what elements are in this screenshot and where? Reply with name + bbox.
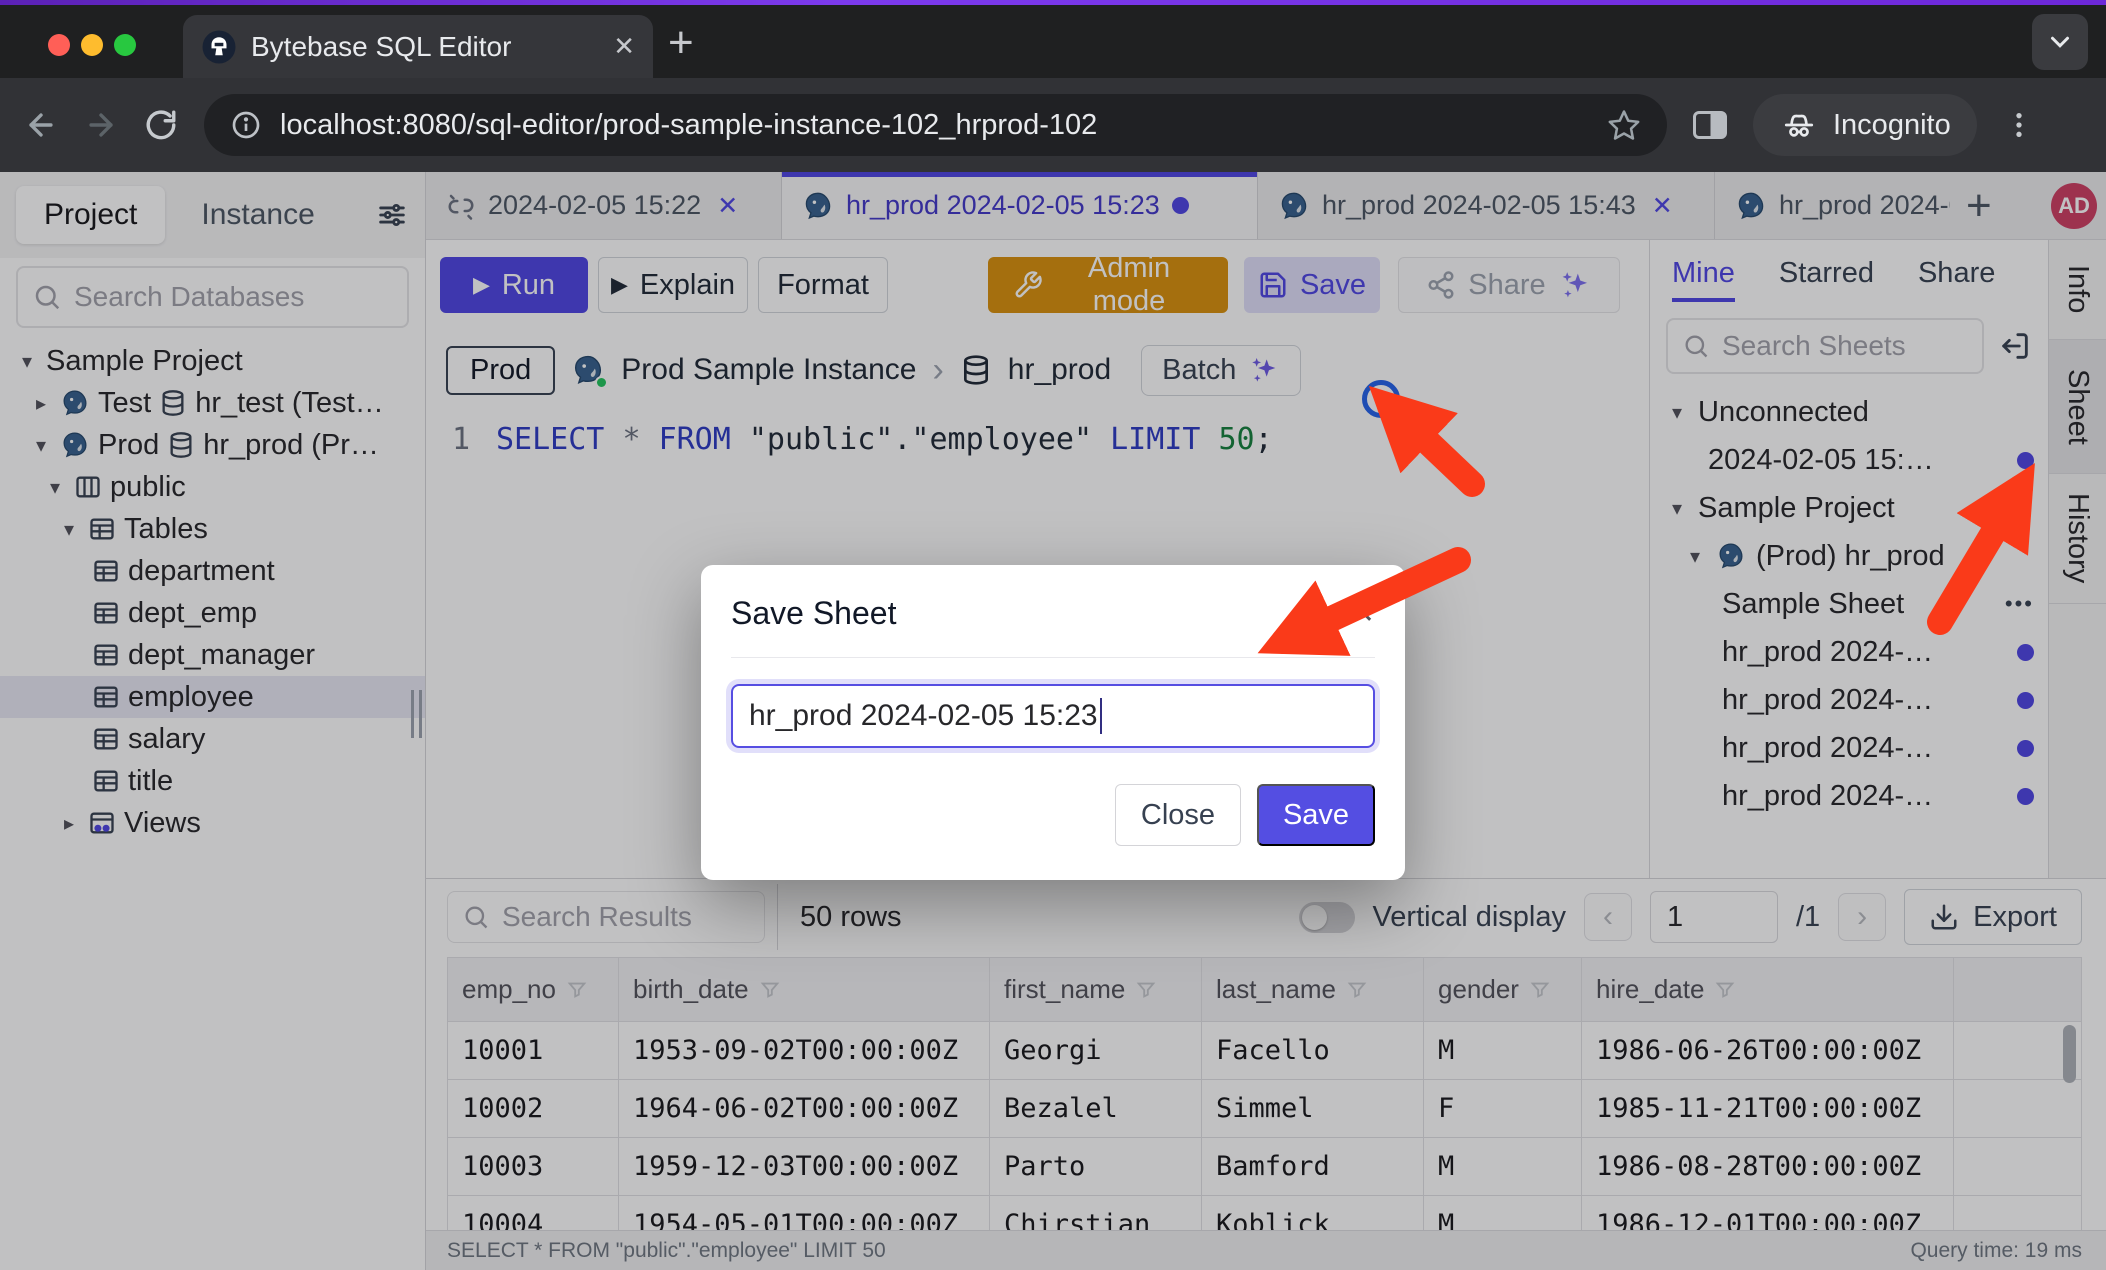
window-close-button[interactable] [48, 34, 70, 56]
browser-tab-close-icon[interactable]: ✕ [613, 31, 635, 62]
dialog-divider [731, 657, 1375, 658]
browser-toolbar: localhost:8080/sql-editor/prod-sample-in… [0, 78, 2106, 172]
browser-tab-title: Bytebase SQL Editor [251, 31, 599, 63]
sheet-name-value: hr_prod 2024-02-05 15:23 [749, 699, 1098, 733]
browser-tab-strip: Bytebase SQL Editor ✕ + [0, 5, 2106, 78]
text-cursor [1100, 698, 1103, 734]
browser-menu-kebab-icon[interactable] [2003, 107, 2035, 143]
window-zoom-button[interactable] [114, 34, 136, 56]
screenshot-root: Bytebase SQL Editor ✕ + localhost:8080/s… [0, 0, 2106, 1270]
browser-chrome: Bytebase SQL Editor ✕ + localhost:8080/s… [0, 5, 2106, 172]
dialog-close-button[interactable]: Close [1115, 784, 1241, 846]
browser-tab[interactable]: Bytebase SQL Editor ✕ [183, 15, 653, 78]
window-minimize-button[interactable] [81, 34, 103, 56]
incognito-icon [1779, 107, 1819, 143]
bookmark-star-icon[interactable] [1607, 108, 1641, 142]
tab-overview-button[interactable] [2032, 14, 2088, 70]
url-text[interactable]: localhost:8080/sql-editor/prod-sample-in… [280, 109, 1589, 142]
back-icon[interactable] [24, 108, 58, 142]
side-panel-icon[interactable] [1693, 111, 1727, 139]
sheet-name-input[interactable]: hr_prod 2024-02-05 15:23 [731, 684, 1375, 748]
new-tab-button[interactable]: + [668, 21, 694, 65]
incognito-label: Incognito [1833, 109, 1951, 142]
address-bar[interactable]: localhost:8080/sql-editor/prod-sample-in… [204, 94, 1667, 156]
dialog-close-icon[interactable]: ✕ [1350, 596, 1375, 631]
save-sheet-dialog: Save Sheet ✕ hr_prod 2024-02-05 15:23 Cl… [701, 565, 1405, 880]
bytebase-favicon [201, 29, 237, 65]
dialog-title: Save Sheet [731, 595, 896, 632]
reload-icon[interactable] [144, 108, 178, 142]
site-info-icon[interactable] [230, 109, 262, 141]
forward-icon[interactable] [84, 108, 118, 142]
incognito-badge: Incognito [1753, 94, 1977, 156]
dialog-save-button[interactable]: Save [1257, 784, 1375, 846]
chevron-down-icon [2045, 27, 2075, 57]
